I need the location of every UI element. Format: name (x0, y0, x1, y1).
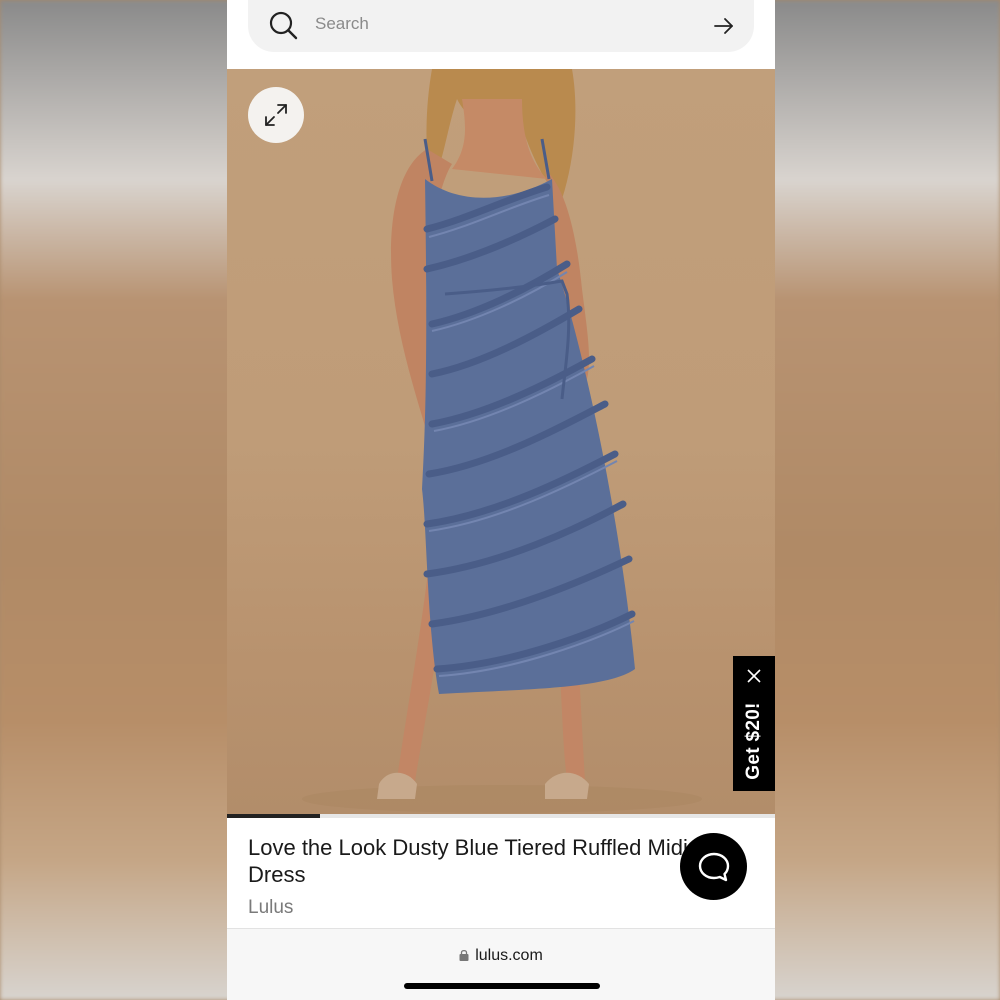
search-input[interactable]: Search (315, 14, 369, 34)
product-brand[interactable]: Lulus (248, 897, 293, 919)
promo-tab[interactable]: Get $20! (733, 656, 775, 791)
home-indicator[interactable] (404, 983, 600, 989)
gallery-progress-bar (227, 814, 775, 818)
close-icon[interactable] (746, 668, 762, 684)
product-title: Love the Look Dusty Blue Tiered Ruffled … (248, 835, 688, 887)
promo-label[interactable]: Get $20! (743, 702, 765, 779)
model-in-dress-illustration (302, 69, 702, 813)
chat-button[interactable] (680, 833, 747, 900)
expand-icon (265, 104, 287, 126)
lock-icon (459, 949, 469, 961)
search-bar[interactable]: Search (248, 0, 754, 52)
expand-image-button[interactable] (248, 87, 304, 143)
arrow-right-icon[interactable] (712, 14, 736, 38)
gallery-progress-fill (227, 814, 321, 818)
product-image[interactable] (227, 69, 775, 814)
chat-bubble-icon (698, 852, 729, 881)
url-text: lulus.com (475, 947, 543, 964)
url-display[interactable]: lulus.com (227, 947, 775, 965)
browser-url-bar[interactable]: lulus.com (227, 928, 775, 1000)
mobile-browser-screen: Search Get $20! Love the Look Dusty Blue… (227, 0, 775, 1000)
search-icon[interactable] (268, 10, 298, 40)
